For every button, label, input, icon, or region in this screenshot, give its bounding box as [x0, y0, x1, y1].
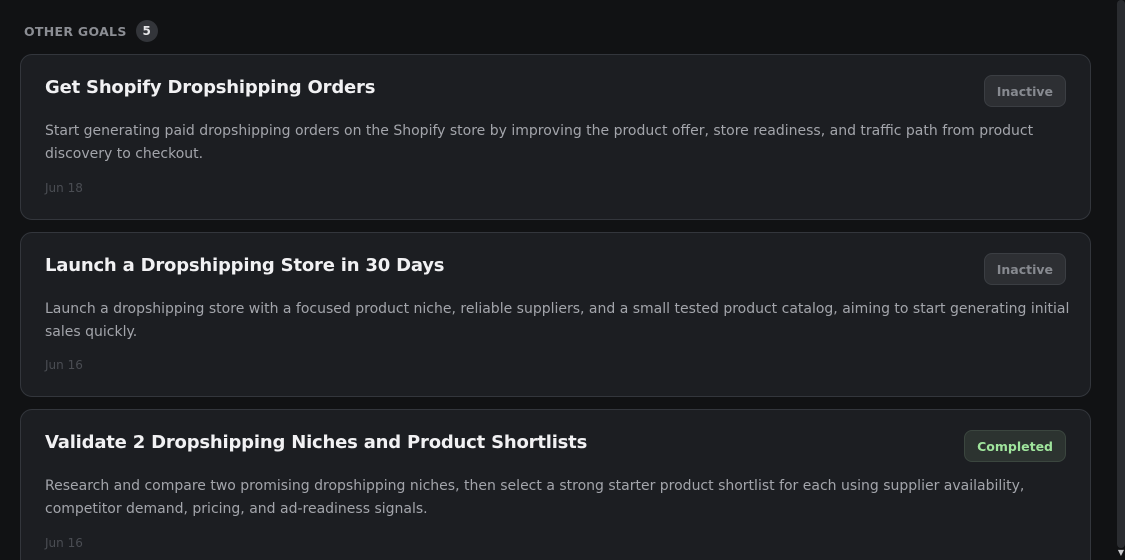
status-badge-inactive: Inactive [983, 253, 1066, 285]
goal-card-launch-store[interactable]: Launch a Dropshipping Store in 30 Days I… [20, 232, 1091, 397]
goal-date: Jun 18 [45, 181, 83, 195]
goal-date: Jun 16 [45, 358, 83, 372]
scrollbar-thumb[interactable] [1117, 0, 1125, 548]
other-goals-header: OTHER GOALS 5 [24, 20, 158, 42]
scroll-down-arrow-icon[interactable]: ▼ [1117, 548, 1125, 558]
goal-title: Get Shopify Dropshipping Orders [45, 77, 376, 98]
goal-description: Research and compare two promising drops… [45, 478, 1025, 517]
goal-description: Launch a dropshipping store with a focus… [45, 301, 1070, 340]
goal-card-validate-niches[interactable]: Validate 2 Dropshipping Niches and Produ… [20, 409, 1091, 560]
scrollbar[interactable]: ▼ [1117, 0, 1125, 560]
goal-title: Validate 2 Dropshipping Niches and Produ… [45, 432, 588, 453]
status-badge-completed: Completed [964, 430, 1066, 462]
section-title: OTHER GOALS [24, 23, 127, 39]
goal-title: Launch a Dropshipping Store in 30 Days [45, 255, 445, 276]
goal-date: Jun 16 [45, 536, 83, 550]
goal-card-get-shopify-orders[interactable]: Get Shopify Dropshipping Orders Inactive… [20, 54, 1091, 220]
goals-count-badge: 5 [135, 20, 158, 42]
goals-page: OTHER GOALS 5 Get Shopify Dropshipping O… [0, 0, 1125, 560]
goal-description: Start generating paid dropshipping order… [45, 123, 1034, 162]
status-badge-inactive: Inactive [983, 75, 1066, 107]
